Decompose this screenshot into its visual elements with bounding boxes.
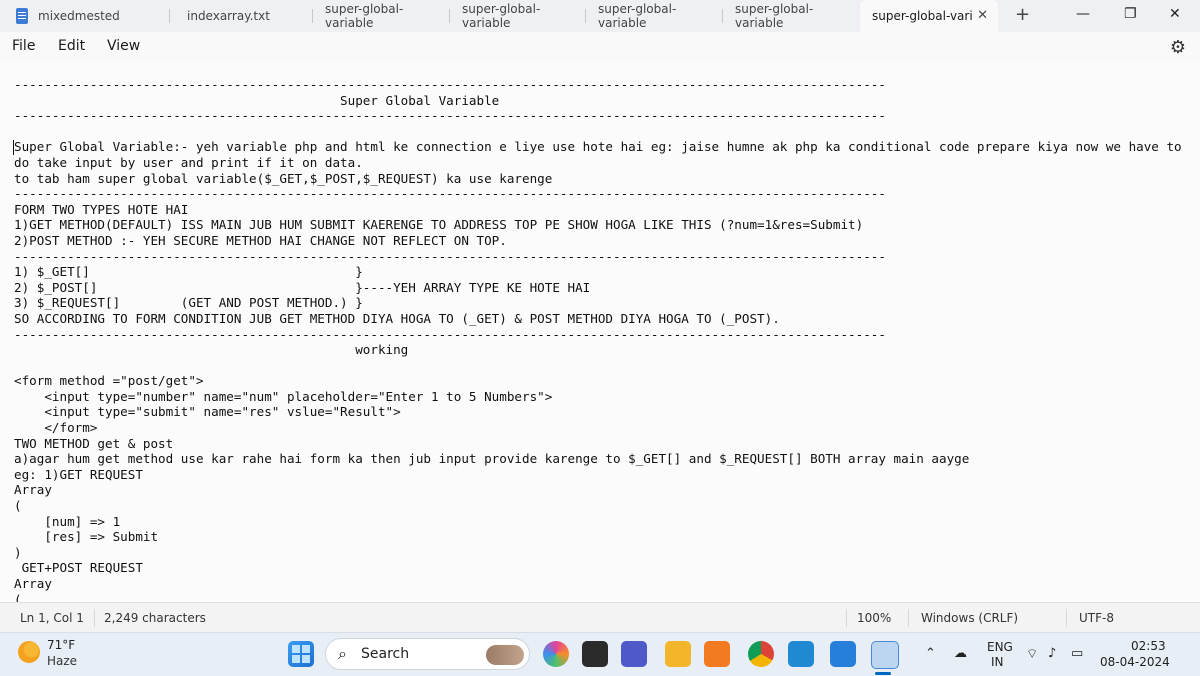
tab-label: super-global-variable	[598, 2, 677, 30]
menu-bar: File Edit View ⚙	[0, 32, 1200, 62]
tab-label: super-global-variable	[735, 2, 814, 30]
tab-label: super-global-vari	[872, 9, 973, 23]
tab-indexarray[interactable]: indexarray.txt	[170, 0, 313, 32]
tab-super-global-variable-active[interactable]: super-global-vari ✕	[860, 0, 998, 32]
taskbar: 71°F Haze ⌕ Search ⌃ ☁ ENG IN ⌔ ♪ ▭ 02:5…	[0, 632, 1200, 676]
vscode-icon[interactable]	[788, 641, 814, 667]
tab-super-global-variable-1[interactable]: super-global-variable	[313, 0, 450, 32]
volume-icon[interactable]: ♪	[1048, 646, 1056, 661]
weather-temperature[interactable]: 71°F	[47, 638, 75, 652]
menu-view[interactable]: View	[107, 38, 140, 54]
tab-super-global-variable-2[interactable]: super-global-variable	[450, 0, 586, 32]
language-region[interactable]: IN	[991, 655, 1004, 669]
windows-start-icon[interactable]	[288, 641, 314, 667]
tab-super-global-variable-3[interactable]: super-global-variable	[586, 0, 723, 32]
clock-date[interactable]: 08-04-2024	[1100, 655, 1170, 669]
onedrive-icon[interactable]: ☁	[954, 646, 967, 661]
photos-icon[interactable]	[830, 641, 856, 667]
weather-sun-icon[interactable]	[18, 641, 40, 663]
editor-content[interactable]: ----------------------------------------…	[14, 77, 1182, 602]
wifi-icon[interactable]: ⌔	[1026, 646, 1038, 662]
tab-label: indexarray.txt	[187, 9, 270, 23]
clock-time[interactable]: 02:53	[1131, 639, 1166, 653]
chevron-up-icon[interactable]: ⌃	[925, 646, 936, 661]
cursor-position: Ln 1, Col 1	[20, 611, 84, 625]
status-bar: Ln 1, Col 1 2,249 characters 100% Window…	[0, 602, 1200, 633]
minimize-button[interactable]: —	[1076, 6, 1090, 22]
line-ending[interactable]: Windows (CRLF)	[921, 611, 1018, 625]
terminal-icon[interactable]	[582, 641, 608, 667]
close-window-button[interactable]: ✕	[1169, 6, 1181, 22]
copilot-icon[interactable]	[543, 641, 569, 667]
gear-icon[interactable]: ⚙	[1170, 37, 1186, 58]
search-placeholder: Search	[361, 646, 410, 662]
xampp-icon[interactable]	[704, 641, 730, 667]
menu-file[interactable]: File	[12, 38, 35, 54]
file-explorer-icon[interactable]	[665, 641, 691, 667]
language-indicator[interactable]: ENG	[987, 640, 1013, 654]
tab-label: mixedmested	[38, 9, 120, 23]
tab-bar: mixedmested indexarray.txt super-global-…	[0, 0, 1200, 32]
teams-icon[interactable]	[621, 641, 647, 667]
tab-mixedmested[interactable]: mixedmested	[0, 0, 170, 32]
notepad-taskbar-icon[interactable]	[871, 641, 899, 669]
weather-condition[interactable]: Haze	[47, 654, 77, 668]
taskbar-search[interactable]: ⌕ Search	[325, 638, 530, 670]
tab-super-global-variable-4[interactable]: super-global-variable	[723, 0, 860, 32]
search-highlight-image	[486, 645, 524, 665]
close-tab-icon[interactable]: ✕	[977, 8, 988, 23]
search-icon: ⌕	[338, 644, 347, 663]
tab-label: super-global-variable	[462, 2, 541, 30]
encoding[interactable]: UTF-8	[1079, 611, 1114, 625]
maximize-button[interactable]: ❐	[1124, 6, 1137, 22]
menu-edit[interactable]: Edit	[58, 38, 85, 54]
tab-label: super-global-variable	[325, 2, 404, 30]
battery-icon[interactable]: ▭	[1071, 646, 1083, 661]
character-count: 2,249 characters	[104, 611, 206, 625]
zoom-level[interactable]: 100%	[857, 611, 891, 625]
text-editor[interactable]: ----------------------------------------…	[0, 62, 1200, 602]
new-tab-button[interactable]: +	[1015, 4, 1030, 25]
chrome-icon[interactable]	[748, 641, 774, 667]
